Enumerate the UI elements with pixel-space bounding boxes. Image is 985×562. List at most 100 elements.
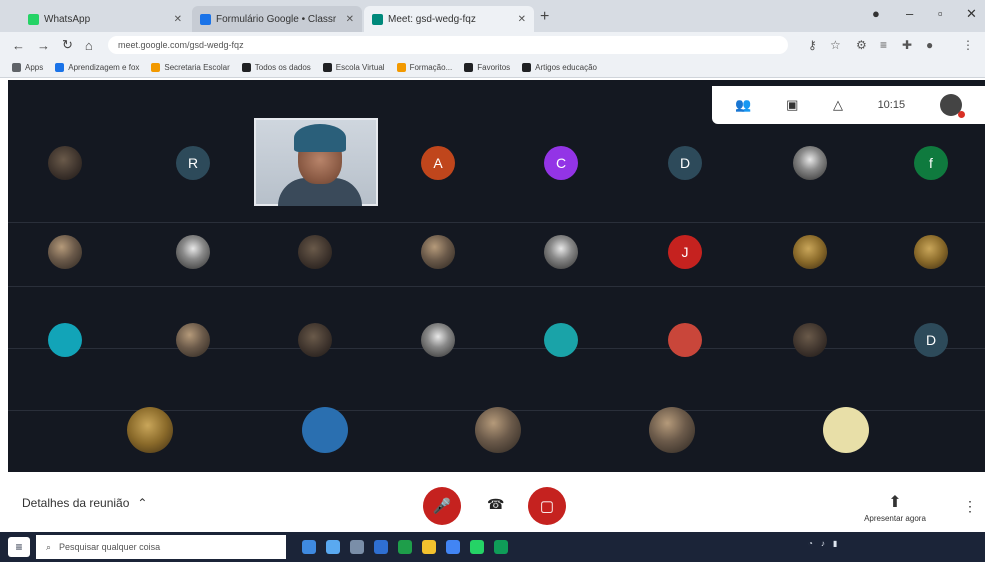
home-icon[interactable]: ⌂ xyxy=(85,38,93,53)
participant-avatar[interactable] xyxy=(302,407,348,453)
present-now-button[interactable]: ⬆ Apresentar agora xyxy=(855,492,935,523)
camera-off-icon[interactable]: ▢ xyxy=(528,487,566,525)
participant-avatar[interactable] xyxy=(823,407,869,453)
meeting-clock: 10:15 xyxy=(877,99,906,111)
bookmark-item[interactable]: Todos os dados xyxy=(241,63,311,72)
network-icon[interactable]: ◔ xyxy=(808,539,813,548)
folder-icon[interactable] xyxy=(422,540,436,554)
bookmark-item[interactable]: Formação... xyxy=(396,63,452,72)
participant-avatar[interactable] xyxy=(668,323,702,357)
participant-avatar[interactable] xyxy=(298,323,332,357)
bookmark-item[interactable]: Secretaria Escolar xyxy=(151,63,230,72)
bookmark-item[interactable]: Escola Virtual xyxy=(322,63,385,72)
search-placeholder: Pesquisar qualquer coisa xyxy=(59,542,161,552)
forward-icon[interactable]: → xyxy=(37,38,50,53)
participant-avatar[interactable] xyxy=(48,235,82,269)
activities-icon[interactable]: △ xyxy=(833,97,843,113)
participant-avatar[interactable] xyxy=(793,323,827,357)
bookmark-icon xyxy=(151,63,161,72)
list-icon[interactable]: ≡ xyxy=(880,38,887,52)
chat-icon[interactable]: ▣ xyxy=(786,97,798,113)
close-icon[interactable]: ✕ xyxy=(518,14,526,25)
profile-avatar-icon[interactable]: ● xyxy=(926,38,933,52)
key-icon[interactable]: ⚷ xyxy=(808,38,817,52)
meeting-details-button[interactable]: Detalhes da reunião ⌃ xyxy=(22,496,147,510)
edge-icon[interactable] xyxy=(326,540,340,554)
participant-avatar[interactable]: A xyxy=(421,146,455,180)
participant-avatar[interactable] xyxy=(176,235,210,269)
participant-avatar[interactable]: D xyxy=(914,323,948,357)
participant-avatar[interactable] xyxy=(48,323,82,357)
tab-meet[interactable]: Meet: gsd-wedg-fqz ✕ xyxy=(364,6,534,32)
whatsapp-taskbar-icon[interactable] xyxy=(470,540,484,554)
participant-avatar[interactable] xyxy=(421,235,455,269)
participant-avatar[interactable] xyxy=(544,235,578,269)
start-menu-icon[interactable]: ≡ xyxy=(8,537,30,557)
bookmark-item[interactable]: Artigos educação xyxy=(522,63,597,72)
close-window-icon[interactable]: ✕ xyxy=(966,6,977,22)
participant-avatar[interactable] xyxy=(793,235,827,269)
taskbar-apps xyxy=(296,535,801,559)
settings-icon[interactable] xyxy=(350,540,364,554)
taskview-icon[interactable] xyxy=(302,540,316,554)
plus-icon[interactable]: + xyxy=(540,8,549,26)
more-options-icon[interactable]: ⋮ xyxy=(963,498,977,515)
bookmark-item[interactable]: Apps xyxy=(12,63,43,72)
url-text: meet.google.com/gsd-wedg-fqz xyxy=(118,40,244,50)
participant-avatar[interactable]: J xyxy=(668,235,702,269)
participant-avatar[interactable] xyxy=(421,323,455,357)
extension-icon[interactable]: ⚙ xyxy=(856,38,867,52)
participant-avatar[interactable] xyxy=(793,146,827,180)
bookmark-icon xyxy=(241,63,251,72)
windows-taskbar: ≡ ⌕ Pesquisar qualquer coisa ◔ ♪ ▮ xyxy=(0,532,985,562)
whatsapp-icon xyxy=(28,13,39,25)
star-icon[interactable]: ☆ xyxy=(830,38,841,52)
close-icon[interactable]: ✕ xyxy=(346,14,354,25)
mic-off-icon[interactable]: 🎤 xyxy=(423,487,461,525)
chevron-up-icon: ⌃ xyxy=(137,496,148,510)
participant-avatar[interactable] xyxy=(649,407,695,453)
self-avatar[interactable] xyxy=(939,94,965,118)
forms-icon xyxy=(200,13,211,25)
participant-avatar[interactable] xyxy=(127,407,173,453)
maximize-icon[interactable]: ▫ xyxy=(938,6,943,21)
chrome-icon[interactable] xyxy=(446,540,460,554)
system-tray: ◔ ♪ ▮ xyxy=(808,539,837,548)
browser-tab-bar: WhatsApp ✕ Formulário Google • Classr ✕ … xyxy=(0,0,985,32)
kebab-menu-icon[interactable]: ⋮ xyxy=(962,38,974,52)
puzzle-icon[interactable]: ✚ xyxy=(902,38,912,52)
word-icon[interactable] xyxy=(374,540,388,554)
participant-avatar[interactable]: f xyxy=(914,146,948,180)
bookmark-item[interactable]: Favoritos xyxy=(464,63,510,72)
participant-avatar[interactable] xyxy=(544,323,578,357)
hang-up-icon[interactable]: ☎ xyxy=(487,496,504,513)
participant-avatar[interactable]: C xyxy=(544,146,578,180)
tab-forms[interactable]: Formulário Google • Classr ✕ xyxy=(192,6,362,32)
excel-icon[interactable] xyxy=(398,540,412,554)
participant-avatar[interactable] xyxy=(48,146,82,180)
search-icon: ⌕ xyxy=(46,541,52,552)
bookmark-item[interactable]: Aprendizagem e fox xyxy=(55,63,139,72)
grid-divider xyxy=(8,222,985,223)
participant-avatar[interactable] xyxy=(475,407,521,453)
meet-taskbar-icon[interactable] xyxy=(494,540,508,554)
participant-video-tile[interactable] xyxy=(254,118,378,206)
bookmark-icon xyxy=(522,63,532,72)
battery-icon[interactable]: ▮ xyxy=(833,539,837,548)
volume-icon[interactable]: ♪ xyxy=(821,539,825,548)
back-icon[interactable]: ← xyxy=(12,38,25,53)
tab-whatsapp[interactable]: WhatsApp ✕ xyxy=(20,6,190,32)
profile-icon[interactable]: ● xyxy=(872,6,880,21)
bookmark-icon xyxy=(55,63,65,72)
participant-avatar[interactable] xyxy=(298,235,332,269)
taskbar-search[interactable]: ⌕ Pesquisar qualquer coisa xyxy=(36,535,286,559)
participant-avatar[interactable] xyxy=(914,235,948,269)
participant-avatar[interactable] xyxy=(176,323,210,357)
participant-avatar[interactable]: R xyxy=(176,146,210,180)
reload-icon[interactable]: ↻ xyxy=(62,37,73,53)
people-icon[interactable]: 👥 xyxy=(735,97,751,113)
close-icon[interactable]: ✕ xyxy=(174,14,182,25)
minimize-icon[interactable]: – xyxy=(906,6,913,21)
participant-avatar[interactable]: D xyxy=(668,146,702,180)
address-bar[interactable]: meet.google.com/gsd-wedg-fqz xyxy=(108,36,788,54)
